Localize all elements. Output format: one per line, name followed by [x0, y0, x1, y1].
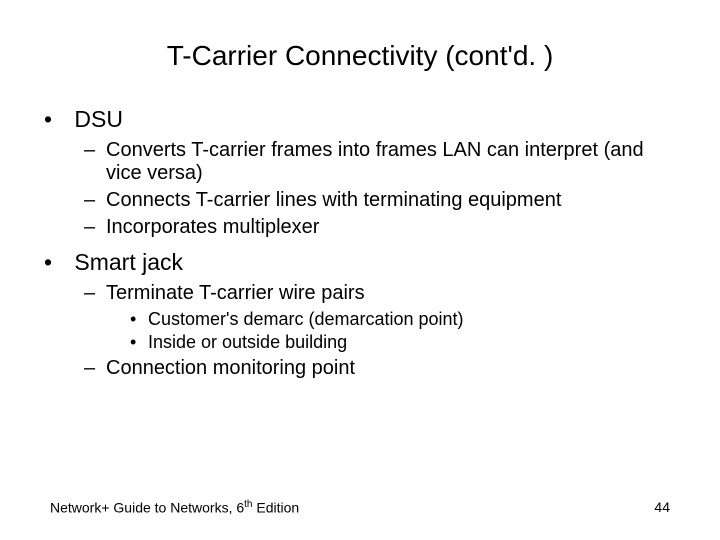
footer-text: Edition: [252, 500, 299, 516]
slide-footer: Network+ Guide to Networks, 6th Edition …: [50, 499, 670, 516]
list-item-label: Customer's demarc (demarcation point): [148, 309, 464, 329]
footer-source: Network+ Guide to Networks, 6th Edition: [50, 499, 299, 516]
slide: T-Carrier Connectivity (cont'd. ) DSU Co…: [0, 0, 720, 540]
list-item: Customer's demarc (demarcation point): [130, 309, 670, 330]
page-number: 44: [654, 499, 670, 516]
list-item-label: Converts T-carrier frames into frames LA…: [106, 139, 644, 184]
bullet-list: Customer's demarc (demarcation point) In…: [130, 309, 670, 353]
list-item-label: Smart jack: [74, 249, 183, 275]
list-item-label: Incorporates multiplexer: [106, 216, 319, 238]
bullet-list: DSU Converts T-carrier frames into frame…: [50, 106, 670, 380]
bullet-list: Terminate T-carrier wire pairs Customer'…: [84, 282, 670, 380]
list-item: Smart jack Terminate T-carrier wire pair…: [50, 249, 670, 380]
list-item-label: Inside or outside building: [148, 332, 347, 352]
list-item-label: DSU: [74, 106, 123, 132]
footer-text: Network+ Guide to Networks, 6: [50, 500, 244, 516]
list-item-label: Connects T-carrier lines with terminatin…: [106, 189, 561, 211]
list-item: Incorporates multiplexer: [84, 216, 670, 239]
slide-title: T-Carrier Connectivity (cont'd. ): [50, 40, 670, 72]
list-item: Terminate T-carrier wire pairs Customer'…: [84, 282, 670, 353]
list-item: DSU Converts T-carrier frames into frame…: [50, 106, 670, 239]
list-item: Connects T-carrier lines with terminatin…: [84, 189, 670, 212]
list-item-label: Terminate T-carrier wire pairs: [106, 282, 365, 304]
list-item: Converts T-carrier frames into frames LA…: [84, 139, 670, 185]
list-item: Connection monitoring point: [84, 357, 670, 380]
list-item-label: Connection monitoring point: [106, 357, 355, 379]
list-item: Inside or outside building: [130, 332, 670, 353]
bullet-list: Converts T-carrier frames into frames LA…: [84, 139, 670, 239]
